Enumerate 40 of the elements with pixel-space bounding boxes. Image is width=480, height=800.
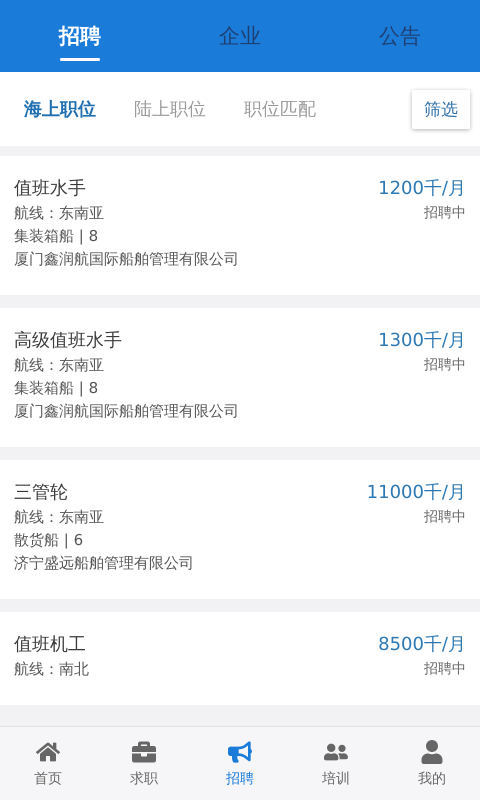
nav-item[interactable]: 我的 xyxy=(384,727,480,800)
status: 招聘中 xyxy=(423,508,466,527)
home-icon xyxy=(36,740,60,764)
job-title: 三管轮 xyxy=(14,481,69,504)
job-title: 值班水手 xyxy=(14,177,87,200)
company-name: 厦门鑫润航国际船舶管理有限公司 xyxy=(14,402,240,421)
vessel-info: 集装箱船 | 8 xyxy=(14,379,100,398)
person-icon xyxy=(420,740,444,764)
route: 航线：东南亚 xyxy=(14,356,105,375)
salary: 8500千/月 xyxy=(378,633,466,656)
nav-item[interactable]: 培训 xyxy=(288,727,384,800)
job-title: 高级值班水手 xyxy=(14,329,123,352)
route: 航线：东南亚 xyxy=(14,508,105,527)
status: 招聘中 xyxy=(423,356,466,375)
route: 航线：南北 xyxy=(14,660,90,679)
briefcase-icon xyxy=(132,740,156,764)
nav-item[interactable]: 招聘 xyxy=(192,727,288,800)
filter-button[interactable]: 筛选 xyxy=(412,90,470,128)
top-tab[interactable]: 招聘 xyxy=(0,0,160,72)
sub-tab[interactable]: 海上职位 xyxy=(12,97,108,121)
salary: 11000千/月 xyxy=(366,481,466,504)
sub-tab[interactable]: 陆上职位 xyxy=(122,97,218,121)
job-card[interactable]: 三管轮 11000千/月 航线：东南亚 招聘中 散货船 | 6 济宁盛远船舶管理有限公司 xyxy=(0,460,480,599)
sub-tab[interactable]: 职位匹配 xyxy=(232,97,328,121)
megaphone-icon xyxy=(228,740,252,764)
company-name: 济宁盛远船舶管理有限公司 xyxy=(14,554,195,573)
route: 航线：东南亚 xyxy=(14,204,105,223)
nav-item[interactable]: 首页 xyxy=(0,727,96,800)
company-name: 厦门鑫润航国际船舶管理有限公司 xyxy=(14,250,240,269)
job-card[interactable]: 值班水手 1200千/月 航线：东南亚 招聘中 集装箱船 | 8 厦门鑫润航国际船舶管理有限公司 xyxy=(0,156,480,295)
job-card[interactable]: 值班机工 8500千/月 航线：南北 招聘中 xyxy=(0,612,480,705)
nav-item[interactable]: 求职 xyxy=(96,727,192,800)
job-title: 值班机工 xyxy=(14,633,87,656)
salary: 1200千/月 xyxy=(378,177,466,200)
status: 招聘中 xyxy=(423,204,466,223)
status: 招聘中 xyxy=(423,660,466,679)
salary: 1300千/月 xyxy=(378,329,466,352)
vessel-info: 散货船 | 6 xyxy=(14,531,84,550)
vessel-info: 集装箱船 | 8 xyxy=(14,227,100,246)
job-card[interactable]: 高级值班水手 1300千/月 航线：东南亚 招聘中 集装箱船 | 8 厦门鑫润航国际船舶管理有限公司 xyxy=(0,308,480,447)
